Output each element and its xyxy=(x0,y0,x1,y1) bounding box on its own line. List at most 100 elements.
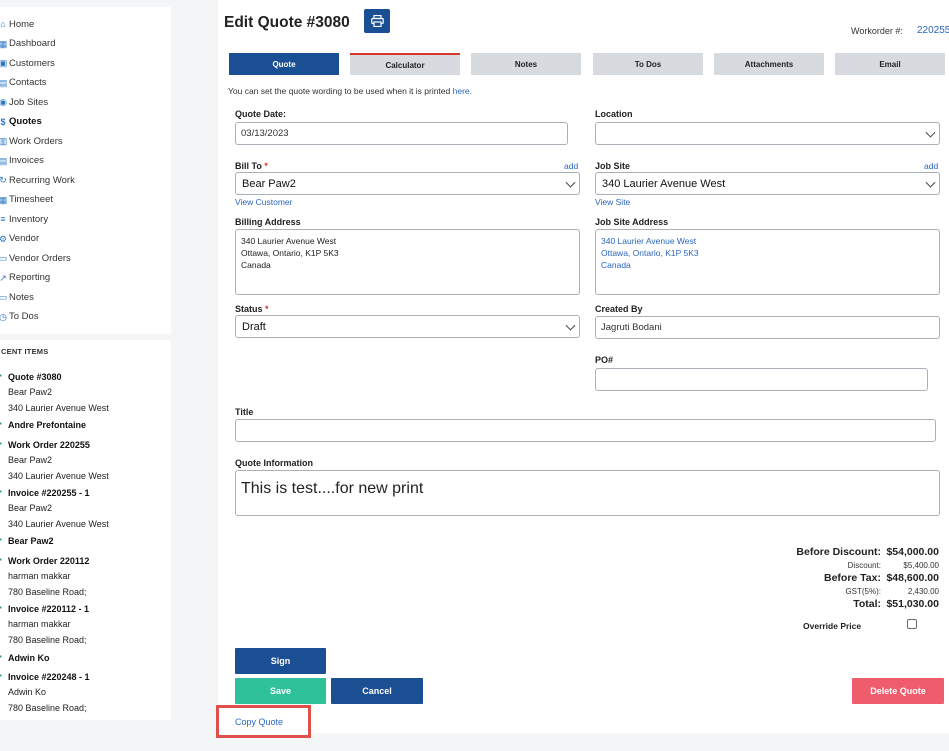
vendor-orders-icon: ▭ xyxy=(0,253,8,263)
before-discount-row: Before Discount: $54,000.00 xyxy=(796,546,939,558)
sidebar-item-work-orders[interactable]: ▥ Work Orders xyxy=(0,133,63,149)
recent-item-link[interactable]: ▪ Work Order 220112 xyxy=(0,555,89,566)
before-tax-value: $48,600.00 xyxy=(886,572,939,584)
cancel-button[interactable]: Cancel xyxy=(331,678,423,704)
recent-item-link[interactable]: ▪ Work Order 220255 xyxy=(0,439,90,450)
sidebar-item-label: Home xyxy=(9,18,35,30)
status-select[interactable]: Draft xyxy=(235,315,580,338)
sidebar-item-vendor[interactable]: ⚙ Vendor xyxy=(0,231,39,247)
sidebar-item-to-dos[interactable]: ◷ To Dos xyxy=(0,309,39,325)
recent-item-text: Bear Paw2 xyxy=(8,455,53,465)
billing-address-textarea[interactable]: 340 Laurier Avenue West Ottawa, Ontario,… xyxy=(235,229,580,295)
workorder-link[interactable]: 220255 xyxy=(917,25,949,36)
timesheet-icon: ▦ xyxy=(0,194,8,205)
sidebar-item-home[interactable]: ⌂ Home xyxy=(0,16,34,32)
view-site-link[interactable]: View Site xyxy=(595,197,630,207)
sidebar-item-contacts[interactable]: ▤ Contacts xyxy=(0,75,47,91)
discount-label: Discount: xyxy=(847,561,881,570)
wording-here-link[interactable]: here. xyxy=(453,86,472,96)
job-site-address-line: 340 Laurier Avenue West xyxy=(601,236,697,246)
add-customer-link[interactable]: add xyxy=(564,161,578,171)
po-input[interactable] xyxy=(595,368,928,391)
workorder-label: Workorder #: xyxy=(851,26,903,36)
job-site-select[interactable]: 340 Laurier Avenue West xyxy=(595,172,940,195)
sidebar-item-vendor-orders[interactable]: ▭ Vendor Orders xyxy=(0,250,71,266)
sidebar-item-recurring-work[interactable]: ↻ Recurring Work xyxy=(0,172,75,188)
dashboard-icon: ▦ xyxy=(0,38,8,49)
recent-item-link[interactable]: ▪ Invoice #220248 - 1 xyxy=(0,671,90,682)
recent-item-text: 340 Laurier Avenue West xyxy=(8,519,109,529)
job-site-address-label: Job Site Address xyxy=(595,217,669,227)
recent-item-link[interactable]: ▪ Invoice #220255 - 1 xyxy=(0,487,90,498)
recent-item-text: Quote #3080 xyxy=(8,372,62,382)
delete-quote-button[interactable]: Delete Quote xyxy=(852,678,944,704)
contacts-icon: ▤ xyxy=(0,77,8,88)
sidebar-item-label: Notes xyxy=(9,291,34,303)
job-site-label: Job Site xyxy=(595,161,631,171)
tab-calculator[interactable]: Calculator xyxy=(350,53,460,75)
invoices-icon: ▤ xyxy=(0,155,8,166)
add-job-site-link[interactable]: add xyxy=(924,161,938,171)
recent-item-link[interactable]: ▪ Andre Prefontaine xyxy=(0,419,86,430)
recent-item-link[interactable]: ▪ Adwin Ko xyxy=(0,652,50,663)
sidebar-item-label: Reporting xyxy=(9,272,51,283)
recent-item-link[interactable]: ▪ Invoice #220112 - 1 xyxy=(0,603,89,614)
tab-email[interactable]: Email xyxy=(835,53,945,75)
recurring-work-icon: ↻ xyxy=(0,175,7,185)
before-tax-label: Before Tax: xyxy=(824,572,881,584)
copy-quote-link[interactable]: Copy Quote xyxy=(235,717,283,727)
title-input[interactable] xyxy=(235,419,936,442)
sidebar-item-quotes[interactable]: $ Quotes xyxy=(0,114,41,130)
location-select[interactable] xyxy=(595,122,940,145)
sidebar-item-reporting[interactable]: ↗ Reporting xyxy=(0,270,50,286)
quote-date-input[interactable]: 03/13/2023 xyxy=(235,122,568,145)
quote-date-label: Quote Date: xyxy=(235,109,287,119)
tab-quote[interactable]: Quote xyxy=(229,53,339,75)
recent-item-icon: ▪ xyxy=(0,603,2,612)
billing-address-line: Ottawa, Ontario, K1P 5K3 xyxy=(241,248,339,258)
copy-quote-highlight: Copy Quote xyxy=(216,705,311,738)
recent-item-detail: harman makkar xyxy=(8,619,71,629)
sidebar-item-label: Recurring Work xyxy=(9,174,75,186)
sign-button[interactable]: Sign xyxy=(235,648,326,674)
sidebar-item-label: Inventory xyxy=(9,213,49,225)
recent-item-text: Bear Paw2 xyxy=(8,536,54,546)
sidebar-item-inventory[interactable]: ≡ Inventory xyxy=(0,211,48,227)
job-site-address-textarea[interactable]: 340 Laurier Avenue West Ottawa, Ontario,… xyxy=(595,229,940,295)
recent-item-icon: ▪ xyxy=(0,419,2,428)
sidebar-item-label: Dashboard xyxy=(9,38,56,49)
total-value: $51,030.00 xyxy=(886,598,939,610)
quote-info-textarea[interactable]: This is test....for new print xyxy=(235,470,940,516)
sidebar-item-notes[interactable]: ▭ Notes xyxy=(0,289,34,305)
sidebar-item-dashboard[interactable]: ▦ Dashboard xyxy=(0,36,55,52)
tab-attachments[interactable]: Attachments xyxy=(714,53,824,75)
recent-item-text: Invoice #220112 - 1 xyxy=(8,604,90,614)
recent-items-title: CENT ITEMS xyxy=(1,347,49,356)
tab-to-dos[interactable]: To Dos xyxy=(593,53,703,75)
sidebar-item-customers[interactable]: ▣ Customers xyxy=(0,55,55,71)
tab-notes[interactable]: Notes xyxy=(471,53,581,75)
created-by-input[interactable]: Jagruti Bodani xyxy=(595,316,940,339)
recent-item-link[interactable]: ▪ Quote #3080 xyxy=(0,371,62,382)
billing-address-line: 340 Laurier Avenue West xyxy=(241,236,337,246)
discount-value: $5,400.00 xyxy=(903,561,939,570)
chevron-down-icon xyxy=(925,127,936,138)
printer-icon xyxy=(370,15,384,27)
recent-item-detail: 340 Laurier Avenue West xyxy=(8,471,109,481)
recent-item-link[interactable]: ▪ Bear Paw2 xyxy=(0,535,54,546)
sidebar-item-job-sites[interactable]: ◉ Job Sites xyxy=(0,94,48,110)
before-discount-label: Before Discount: xyxy=(796,546,881,558)
billing-address-label: Billing Address xyxy=(235,217,301,227)
sidebar-item-timesheet[interactable]: ▦ Timesheet xyxy=(0,192,53,208)
recent-item-icon: ▪ xyxy=(0,535,2,544)
recent-item-detail: 340 Laurier Avenue West xyxy=(8,403,109,413)
save-button[interactable]: Save xyxy=(235,678,326,704)
work-orders-icon: ▥ xyxy=(0,136,8,146)
reporting-icon: ↗ xyxy=(0,272,7,283)
bill-to-select[interactable]: Bear Paw2 xyxy=(235,172,580,195)
print-button[interactable] xyxy=(364,9,390,33)
view-customer-link[interactable]: View Customer xyxy=(235,197,292,207)
override-price-checkbox[interactable] xyxy=(907,619,917,629)
sidebar-item-invoices[interactable]: ▤ Invoices xyxy=(0,153,44,169)
recent-item-text: Bear Paw2 xyxy=(8,503,53,513)
